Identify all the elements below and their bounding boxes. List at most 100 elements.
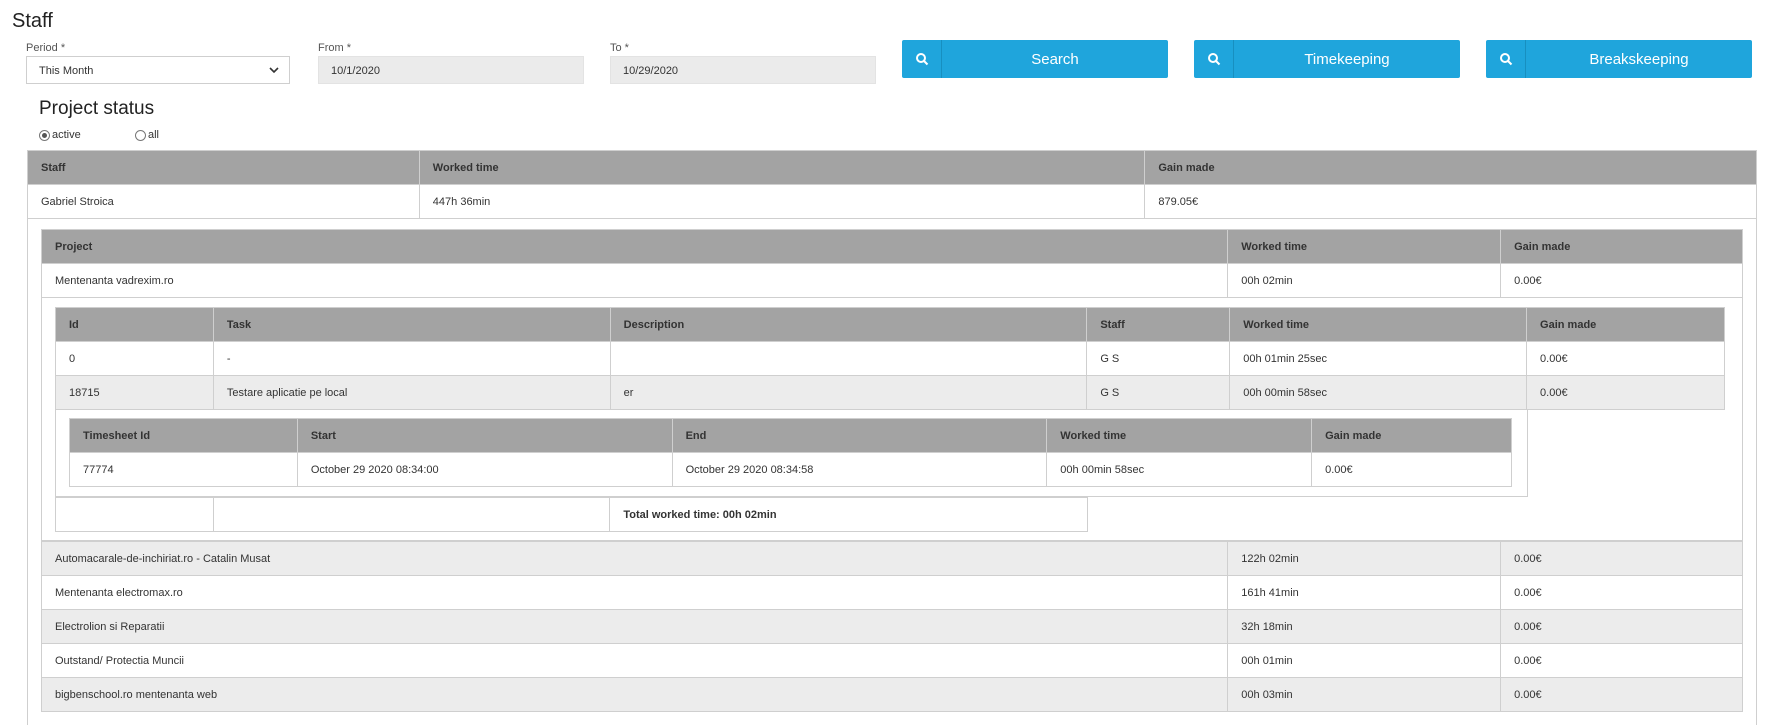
to-label: To * [610, 42, 629, 54]
header-start: Start [296, 418, 673, 453]
project-row[interactable]: Outstand/ Protectia Muncii 00h 01min 0.0… [40, 643, 1743, 678]
task-gain: 0.00€ [1526, 375, 1725, 410]
header-id: Id [55, 307, 214, 342]
timesheet-gain: 0.00€ [1311, 452, 1512, 487]
project-row[interactable]: Mentenanta electromax.ro 161h 41min 0.00… [40, 575, 1743, 610]
page-title: Staff [12, 10, 53, 32]
header-staff: Staff [27, 150, 420, 185]
breakskeeping-button-label: Breakskeeping [1589, 51, 1689, 68]
search-icon [1194, 40, 1234, 78]
timesheet-row[interactable]: 77774 October 29 2020 08:34:00 October 2… [69, 452, 1512, 487]
to-date-input[interactable]: 10/29/2020 [610, 56, 876, 84]
project-worked-time: 00h 02min [1227, 263, 1502, 298]
staff-table: Staff Worked time Gain made Gabriel Stro… [27, 150, 1757, 219]
task-table-header: Id Task Description Staff Worked time Ga… [55, 307, 1725, 342]
radio-active-label: active [52, 129, 81, 141]
timesheet-table: Timesheet Id Start End Worked time Gain … [69, 418, 1512, 487]
project-worked-time: 161h 41min [1227, 575, 1502, 610]
task-staff: G S [1086, 375, 1231, 410]
total-empty-cell [212, 497, 611, 532]
header-project-worked-time: Worked time [1227, 229, 1502, 264]
project-row[interactable]: Automacarale-de-inchiriat.ro - Catalin M… [40, 541, 1743, 576]
timesheet-end: October 29 2020 08:34:58 [671, 452, 1048, 487]
radio-active-option[interactable]: active [39, 129, 81, 141]
from-label: From * [318, 42, 351, 54]
period-label: Period * [26, 42, 66, 54]
header-task-worked-time: Worked time [1229, 307, 1528, 342]
project-table: Project Worked time Gain made Mentenanta… [40, 229, 1743, 298]
header-description: Description [609, 307, 1088, 342]
search-button-label: Search [1031, 51, 1079, 68]
task-name: - [212, 341, 611, 376]
task-worked-time: 00h 00min 58sec [1229, 375, 1528, 410]
header-gain-made: Gain made [1144, 150, 1757, 185]
staff-row[interactable]: Gabriel Stroica 447h 36min 879.05€ [27, 184, 1757, 219]
project-gain: 0.00€ [1500, 677, 1743, 712]
header-end: End [671, 418, 1048, 453]
from-date-input[interactable]: 10/1/2020 [318, 56, 584, 84]
staff-gain: 879.05€ [1144, 184, 1757, 219]
timesheet-id: 77774 [69, 452, 298, 487]
project-name: Mentenanta electromax.ro [40, 575, 1229, 610]
task-total-table: Total worked time: 00h 02min [55, 497, 1088, 532]
header-task: Task [212, 307, 611, 342]
timekeeping-button[interactable]: Timekeeping [1194, 40, 1460, 78]
project-worked-time: 122h 02min [1227, 541, 1502, 576]
task-row[interactable]: 18715 Testare aplicatie pe local er G S … [55, 375, 1725, 410]
search-icon [902, 40, 942, 78]
radio-all[interactable] [135, 129, 146, 141]
timesheet-worked-time: 00h 00min 58sec [1046, 452, 1313, 487]
radio-all-option[interactable]: all [135, 129, 159, 141]
task-table: Id Task Description Staff Worked time Ga… [55, 307, 1725, 410]
breakskeeping-button[interactable]: Breakskeeping [1486, 40, 1752, 78]
header-worked-time: Worked time [418, 150, 1146, 185]
search-button[interactable]: Search [902, 40, 1168, 78]
project-list-table: Automacarale-de-inchiriat.ro - Catalin M… [40, 541, 1743, 712]
project-name: Outstand/ Protectia Muncii [40, 643, 1229, 678]
header-task-staff: Staff [1086, 307, 1231, 342]
task-name: Testare aplicatie pe local [212, 375, 611, 410]
task-description: er [609, 375, 1088, 410]
project-name: bigbenschool.ro mentenanta web [40, 677, 1229, 712]
header-timesheet-worked-time: Worked time [1046, 418, 1313, 453]
header-timesheet-gain: Gain made [1311, 418, 1512, 453]
project-worked-time: 32h 18min [1227, 609, 1502, 644]
task-id: 18715 [55, 375, 214, 410]
staff-worked-time: 447h 36min [418, 184, 1146, 219]
task-description [609, 341, 1088, 376]
radio-all-label: all [148, 129, 160, 141]
project-table-header: Project Worked time Gain made [40, 229, 1743, 264]
project-worked-time: 00h 01min [1227, 643, 1502, 678]
header-task-gain: Gain made [1526, 307, 1725, 342]
project-gain: 0.00€ [1500, 263, 1743, 298]
chevron-down-icon [269, 67, 279, 74]
task-gain: 0.00€ [1526, 341, 1725, 376]
task-total-row: Total worked time: 00h 02min [55, 497, 1088, 532]
total-worked-time: Total worked time: 00h 02min [609, 497, 1088, 532]
period-select[interactable]: This Month [26, 56, 290, 84]
staff-name: Gabriel Stroica [27, 184, 420, 219]
total-empty-cell [55, 497, 214, 532]
project-row[interactable]: Mentenanta vadrexim.ro 00h 02min 0.00€ [40, 263, 1743, 298]
project-gain: 0.00€ [1500, 541, 1743, 576]
radio-active[interactable] [39, 129, 50, 141]
search-icon [1486, 40, 1526, 78]
header-timesheet-id: Timesheet Id [69, 418, 298, 453]
timesheet-table-header: Timesheet Id Start End Worked time Gain … [69, 418, 1512, 453]
timekeeping-button-label: Timekeeping [1304, 51, 1390, 68]
project-worked-time: 00h 03min [1227, 677, 1502, 712]
project-name: Electrolion si Reparatii [40, 609, 1229, 644]
task-id: 0 [55, 341, 214, 376]
project-gain: 0.00€ [1500, 575, 1743, 610]
project-row[interactable]: Electrolion si Reparatii 32h 18min 0.00€ [40, 609, 1743, 644]
project-gain: 0.00€ [1500, 609, 1743, 644]
project-name: Automacarale-de-inchiriat.ro - Catalin M… [40, 541, 1229, 576]
timesheet-start: October 29 2020 08:34:00 [296, 452, 673, 487]
period-value: This Month [39, 65, 94, 77]
task-worked-time: 00h 01min 25sec [1229, 341, 1528, 376]
task-row[interactable]: 0 - G S 00h 01min 25sec 0.00€ [55, 341, 1725, 376]
project-name: Mentenanta vadrexim.ro [40, 263, 1229, 298]
project-row[interactable]: bigbenschool.ro mentenanta web 00h 03min… [40, 677, 1743, 712]
task-staff: G S [1086, 341, 1231, 376]
staff-table-header: Staff Worked time Gain made [27, 150, 1757, 185]
